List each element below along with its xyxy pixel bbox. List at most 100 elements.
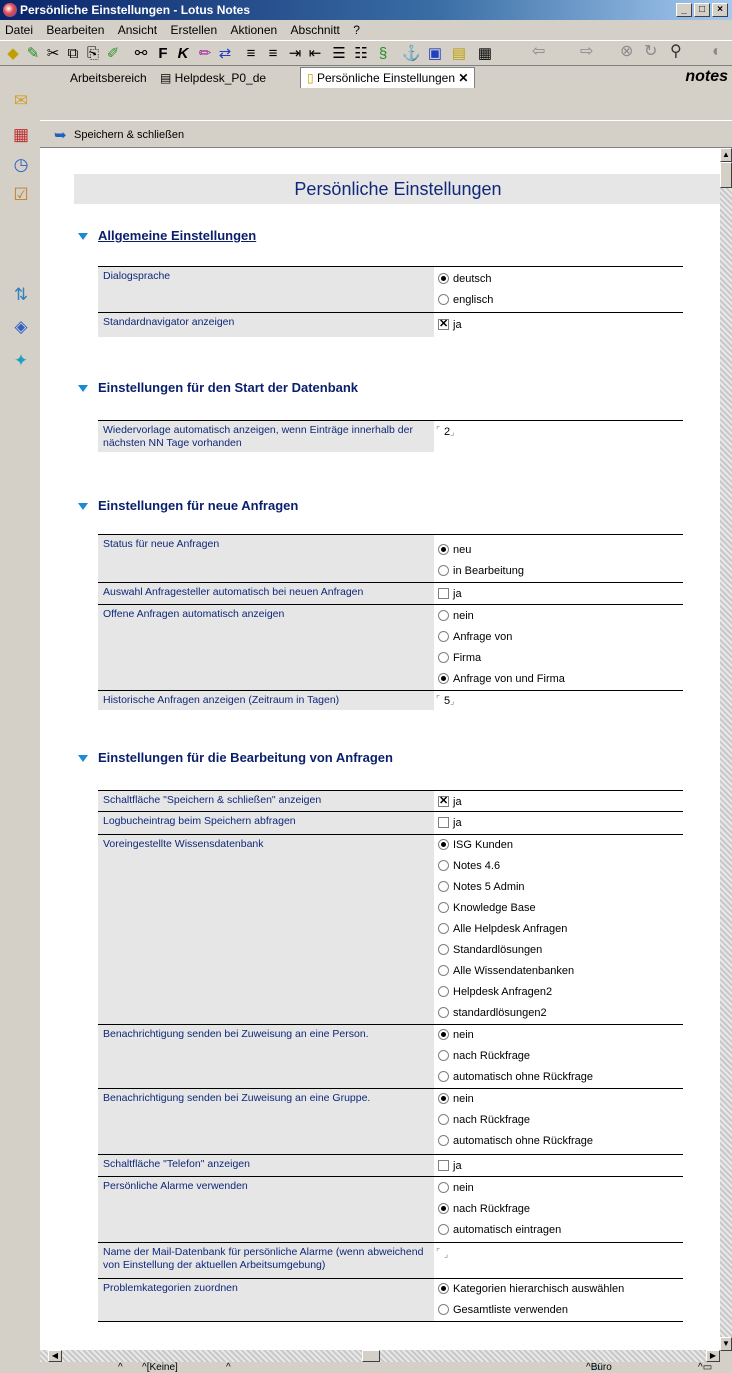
horizontal-scrollbar[interactable]: ◀ ▶ — [40, 1350, 720, 1362]
tab-helpdesk[interactable]: ▤ Helpdesk_P0_de — [154, 68, 272, 88]
radio-deutsch[interactable]: deutsch — [436, 270, 492, 288]
status-keine[interactable]: ^ [Keine] — [142, 1362, 178, 1373]
radio-nein[interactable]: nein — [436, 607, 474, 625]
bold-icon[interactable]: F — [154, 45, 172, 63]
radio-alle-wissendatenbanken[interactable]: Alle Wissendatenbanken — [436, 962, 574, 980]
radio-gruppe-nach-rueckfrage[interactable]: nach Rückfrage — [436, 1111, 530, 1129]
bullets-icon[interactable]: ☰ — [330, 45, 348, 63]
menu-datei[interactable]: Datei — [0, 20, 38, 40]
vertical-scrollbar[interactable]: ▲ ▼ — [720, 148, 732, 1351]
radio-gruppe-automatisch[interactable]: automatisch ohne Rückfrage — [436, 1132, 593, 1150]
section-allgemeine-einstellungen[interactable]: Allgemeine Einstellungen — [78, 228, 256, 243]
status-caret-icon[interactable]: ^ — [118, 1362, 123, 1373]
paste-icon[interactable]: ⎘ — [84, 45, 102, 63]
radio-notes-5-admin[interactable]: Notes 5 Admin — [436, 878, 525, 896]
favorites-icon[interactable]: ◈ — [10, 316, 32, 338]
menu-erstellen[interactable]: Erstellen — [165, 20, 222, 40]
menu-help[interactable]: ? — [348, 20, 365, 40]
checkbox-standardnavigator[interactable]: ✕ ja — [436, 316, 462, 334]
radio-englisch[interactable]: englisch — [436, 291, 493, 309]
radio-isg-kunden[interactable]: ISG Kunden — [436, 836, 513, 854]
scroll-down-icon[interactable]: ▼ — [720, 1337, 732, 1351]
spellcheck-icon[interactable]: ▣ — [426, 45, 444, 63]
address-book-icon[interactable]: ◷ — [10, 154, 32, 176]
cut-icon[interactable]: ✂ — [44, 45, 62, 63]
align-left-icon[interactable]: ≡ — [242, 45, 260, 63]
mail-datenbank-field[interactable] — [436, 1244, 448, 1262]
minimize-button[interactable]: _ — [676, 3, 692, 17]
radio-anfrage-von-und-firma[interactable]: Anfrage von und Firma — [436, 670, 565, 688]
outdent-icon[interactable]: ⇤ — [306, 45, 324, 63]
section-bearbeitung-anfragen[interactable]: Einstellungen für die Bearbeitung von An… — [78, 750, 393, 765]
indent-icon[interactable]: ⇥ — [286, 45, 304, 63]
radio-firma[interactable]: Firma — [436, 649, 481, 667]
styles-icon[interactable]: § — [374, 45, 392, 63]
radio-alarme-nach-rueckfrage[interactable]: nach Rückfrage — [436, 1200, 530, 1218]
copy-icon[interactable]: ⧉ — [64, 45, 82, 63]
table-icon[interactable]: ▦ — [476, 45, 494, 63]
radio-alarme-automatisch[interactable]: automatisch eintragen — [436, 1221, 561, 1239]
collapse-triangle-icon[interactable] — [78, 503, 88, 511]
maximize-button[interactable]: □ — [694, 3, 710, 17]
checkbox-logbucheintrag[interactable]: ja — [436, 814, 462, 832]
text-color-icon[interactable]: ⇄ — [216, 45, 234, 63]
radio-kategorien-hierarchisch[interactable]: Kategorien hierarchisch auswählen — [436, 1280, 624, 1298]
attach-icon[interactable]: ⚯ — [132, 45, 150, 63]
radio-person-nein[interactable]: nein — [436, 1026, 474, 1044]
numbering-icon[interactable]: ☷ — [352, 45, 370, 63]
historische-tage-field[interactable]: 5 — [436, 691, 454, 709]
tab-persoenliche-einstellungen[interactable]: ▯ Persönliche Einstellungen ✕ — [300, 67, 476, 88]
scroll-left-icon[interactable]: ◀ — [48, 1350, 62, 1362]
radio-person-nach-rueckfrage[interactable]: nach Rückfrage — [436, 1047, 530, 1065]
radio-standardloesungen[interactable]: Standardlösungen — [436, 941, 542, 959]
collapse-triangle-icon[interactable] — [78, 385, 88, 393]
collapse-triangle-icon[interactable] — [78, 755, 88, 763]
section-neue-anfragen[interactable]: Einstellungen für neue Anfragen — [78, 498, 298, 513]
radio-neu[interactable]: neu — [436, 541, 471, 559]
status-inbox[interactable]: ^ ▭ — [698, 1362, 712, 1373]
menu-abschnitt[interactable]: Abschnitt — [286, 20, 345, 40]
radio-helpdesk-anfragen2[interactable]: Helpdesk Anfragen2 — [436, 983, 552, 1001]
status-caret-icon[interactable]: ^ — [226, 1362, 231, 1373]
highlight-icon[interactable]: ✏ — [196, 45, 214, 63]
link-icon[interactable]: ⚓ — [402, 45, 421, 63]
radio-alle-helpdesk-anfragen[interactable]: Alle Helpdesk Anfragen — [436, 920, 567, 938]
save-and-close-button[interactable]: ➥ Speichern & schließen — [54, 126, 184, 144]
checkbox-telefon[interactable]: ja — [436, 1157, 462, 1175]
replicator-icon[interactable]: ⇅ — [10, 284, 32, 306]
radio-in-bearbeitung[interactable]: in Bearbeitung — [436, 562, 524, 580]
checkbox-speichern-schliessen[interactable]: ✕ ja — [436, 793, 462, 811]
horizontal-scroll-thumb[interactable] — [362, 1350, 380, 1362]
databases-icon[interactable]: ✦ — [10, 350, 32, 372]
menu-bearbeiten[interactable]: Bearbeiten — [41, 20, 109, 40]
wiedervorlage-days-field[interactable]: 2 — [436, 422, 454, 440]
menu-ansicht[interactable]: Ansicht — [113, 20, 162, 40]
radio-gesamtliste[interactable]: Gesamtliste verwenden — [436, 1301, 568, 1319]
calendar-icon[interactable]: ▦ — [10, 124, 32, 146]
scroll-up-icon[interactable]: ▲ — [720, 148, 732, 162]
diamond-icon[interactable]: ◆ — [4, 45, 22, 63]
italic-icon[interactable]: K — [174, 45, 192, 63]
radio-alarme-nein[interactable]: nein — [436, 1179, 474, 1197]
image-icon[interactable]: ▤ — [450, 45, 468, 63]
scroll-right-icon[interactable]: ▶ — [706, 1350, 720, 1362]
section-start-datenbank[interactable]: Einstellungen für den Start der Datenban… — [78, 380, 358, 395]
radio-knowledge-base[interactable]: Knowledge Base — [436, 899, 536, 917]
scroll-thumb[interactable] — [720, 162, 732, 188]
radio-anfrage-von[interactable]: Anfrage von — [436, 628, 512, 646]
tab-arbeitsbereich[interactable]: Arbeitsbereich — [64, 68, 153, 88]
mail-icon[interactable]: ✉ — [10, 90, 32, 112]
radio-person-automatisch[interactable]: automatisch ohne Rückfrage — [436, 1068, 593, 1086]
close-tab-icon[interactable]: ✕ — [458, 71, 468, 85]
todo-icon[interactable]: ☑ — [10, 184, 32, 206]
smart-icon[interactable]: ✎ — [24, 45, 42, 63]
collapse-triangle-icon[interactable] — [78, 233, 88, 241]
checkbox-auswahl-anfragesteller[interactable]: ja — [436, 585, 462, 603]
align-center-icon[interactable]: ≡ — [264, 45, 282, 63]
radio-gruppe-nein[interactable]: nein — [436, 1090, 474, 1108]
permanent-pen-icon[interactable]: ✐ — [104, 45, 122, 63]
radio-standardloesungen2[interactable]: standardlösungen2 — [436, 1004, 547, 1022]
close-button[interactable]: × — [712, 3, 728, 17]
radio-notes-46[interactable]: Notes 4.6 — [436, 857, 500, 875]
status-location[interactable]: ^ ▭ Büro — [586, 1362, 612, 1373]
